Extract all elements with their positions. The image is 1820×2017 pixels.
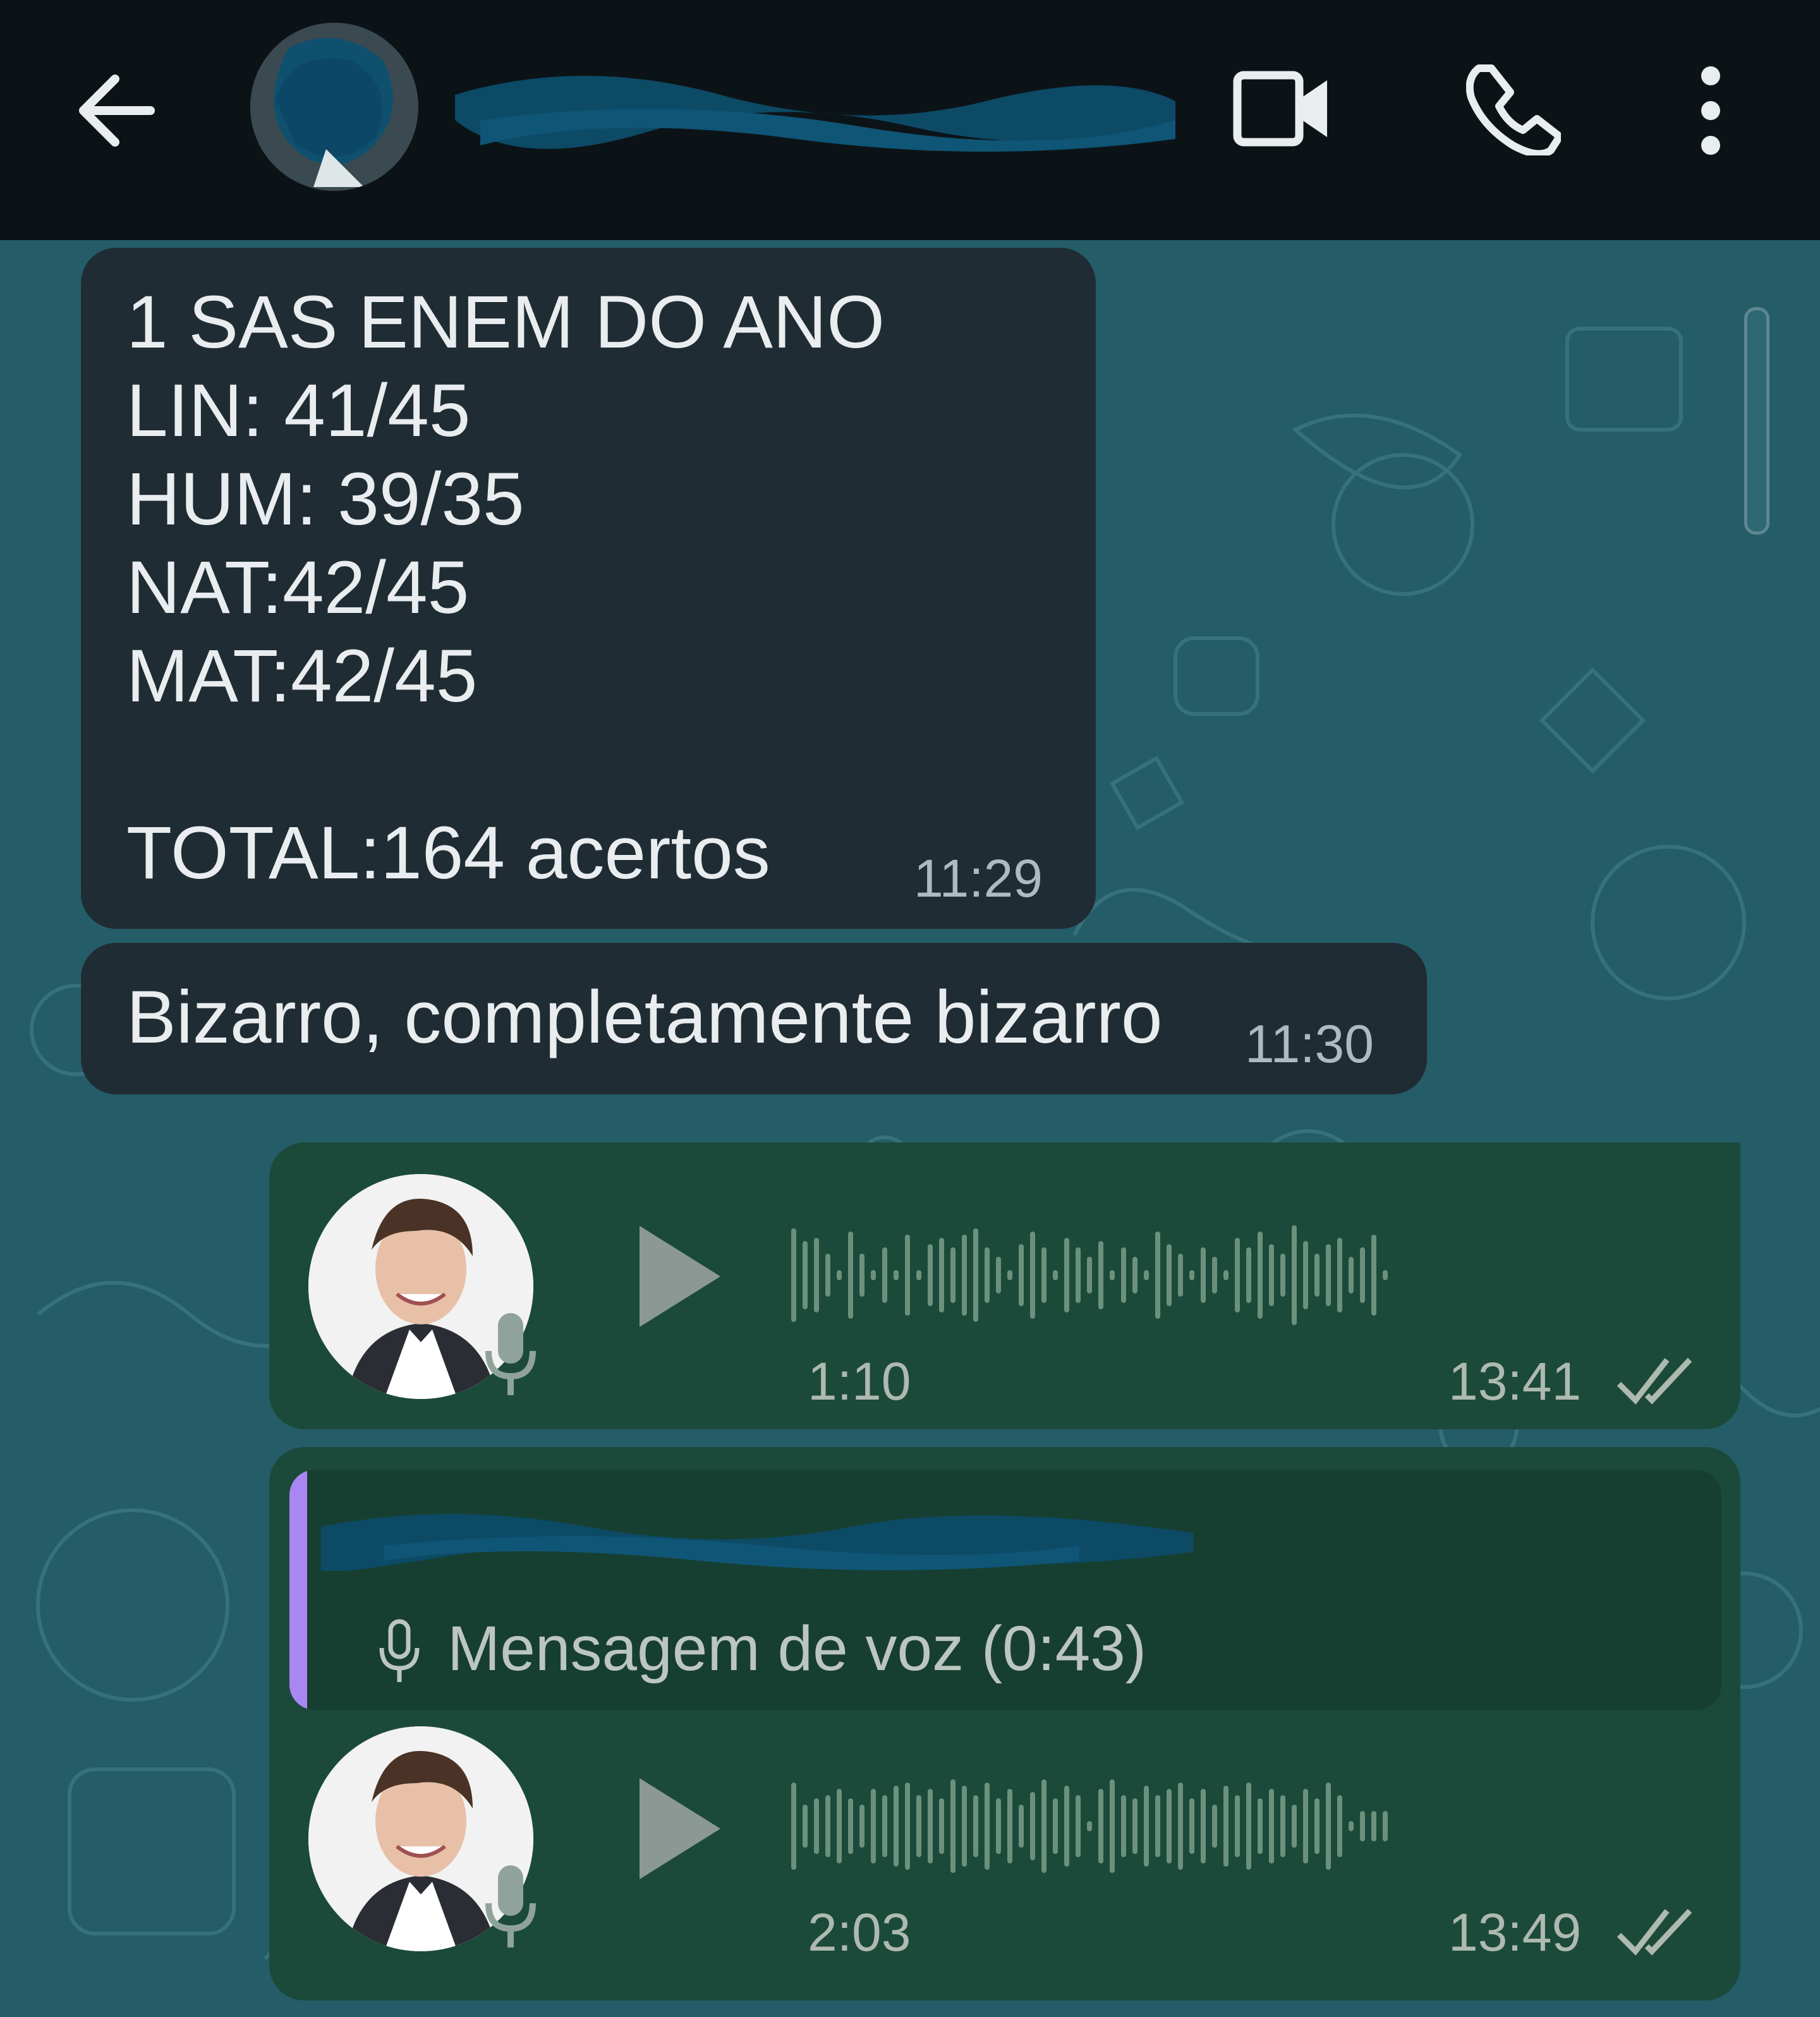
voice-duration: 2:03 bbox=[808, 1903, 911, 1962]
double-check-icon bbox=[1617, 1357, 1692, 1405]
message-time: 11:30 bbox=[1245, 1014, 1374, 1074]
chat-header bbox=[0, 0, 1820, 240]
microphone-icon bbox=[379, 1619, 420, 1682]
message-bubble-incoming[interactable]: 1 SAS ENEM DO ANO LIN: 41/45 HUM: 39/35 … bbox=[81, 248, 1096, 929]
phone-icon[interactable] bbox=[1466, 61, 1561, 155]
message-text: 1 SAS ENEM DO ANO LIN: 41/45 HUM: 39/35 … bbox=[126, 281, 885, 895]
name-redaction bbox=[455, 76, 1175, 152]
waveform[interactable] bbox=[775, 1763, 1697, 1889]
play-icon[interactable] bbox=[632, 1772, 727, 1886]
quoted-author-redaction bbox=[321, 1514, 1193, 1571]
message-time: 13:49 bbox=[1448, 1903, 1582, 1962]
message-time: 11:29 bbox=[914, 849, 1043, 908]
quote-accent-bar bbox=[289, 1470, 307, 1710]
arrow-left-icon[interactable] bbox=[70, 63, 164, 158]
contact-name-redacted[interactable] bbox=[442, 51, 1188, 164]
microphone-icon bbox=[485, 1865, 536, 1947]
scrollbar-thumb[interactable] bbox=[1744, 307, 1769, 535]
play-icon[interactable] bbox=[632, 1220, 727, 1333]
contact-avatar[interactable] bbox=[250, 23, 418, 191]
quoted-message[interactable]: Mensagem de voz (0:43) bbox=[289, 1470, 1721, 1710]
double-check-icon bbox=[1617, 1908, 1692, 1956]
voice-message-outgoing[interactable]: Mensagem de voz (0:43) 2:03 13:49 bbox=[269, 1447, 1740, 2001]
waveform[interactable] bbox=[775, 1212, 1697, 1338]
message-text: Bizarro, completamente bizarro bbox=[126, 976, 1163, 1059]
more-vertical-icon[interactable] bbox=[1689, 63, 1733, 158]
video-camera-icon[interactable] bbox=[1232, 66, 1333, 155]
message-bubble-incoming[interactable]: Bizarro, completamente bizarro 11:30 bbox=[81, 943, 1427, 1094]
message-time: 13:41 bbox=[1448, 1352, 1582, 1411]
voice-duration: 1:10 bbox=[808, 1352, 911, 1411]
microphone-icon bbox=[485, 1313, 536, 1395]
voice-message-outgoing[interactable]: 1:10 13:41 bbox=[269, 1142, 1740, 1429]
quoted-text: Mensagem de voz (0:43) bbox=[447, 1613, 1147, 1684]
avatar-redaction bbox=[250, 23, 418, 191]
